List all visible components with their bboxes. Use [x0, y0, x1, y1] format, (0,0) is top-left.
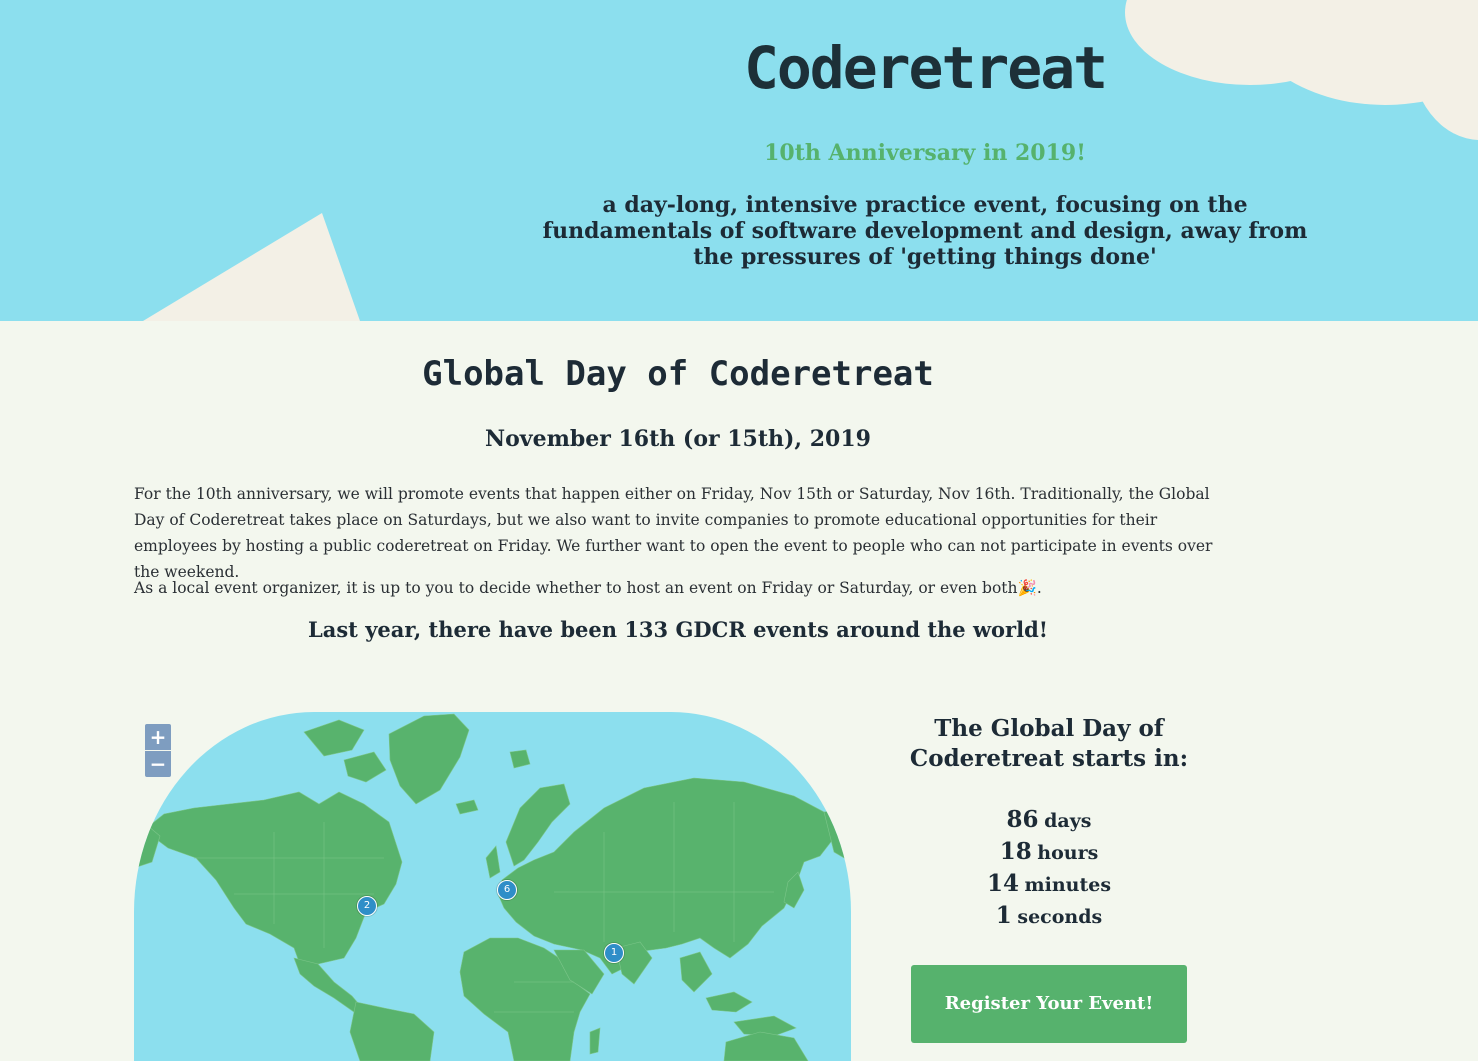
seconds-value: 1: [995, 902, 1012, 929]
site-title: Coderetreat: [743, 34, 1108, 102]
events-highlight: Last year, there have been 133 GDCR even…: [307, 617, 1048, 642]
days-value: 86: [1006, 806, 1039, 833]
hours-label: hours: [1037, 842, 1099, 864]
days-label: days: [1044, 810, 1092, 832]
map-marker-north-america[interactable]: 2: [357, 896, 377, 916]
countdown-days: 86 days: [860, 806, 1238, 833]
world-map[interactable]: 2 6 1: [134, 712, 851, 1061]
countdown-minutes: 14 minutes: [860, 870, 1238, 897]
world-map-graphic: [134, 712, 851, 1061]
event-date: November 16th (or 15th), 2019: [485, 426, 871, 452]
countdown-title: The Global Day of Coderetreat starts in:: [909, 715, 1189, 772]
hours-value: 18: [999, 838, 1032, 865]
party-emoji: 🎉: [1017, 579, 1037, 597]
zoom-in-button[interactable]: +: [145, 724, 171, 751]
seconds-label: seconds: [1017, 906, 1103, 928]
hero-banner: Coderetreat 10th Anniversary in 2019! a …: [0, 0, 1478, 321]
register-event-button[interactable]: Register Your Event!: [911, 965, 1187, 1043]
anniversary-subtitle: 10th Anniversary in 2019!: [764, 140, 1086, 166]
organizer-text: As a local event organizer, it is up to …: [134, 579, 1018, 597]
zoom-out-button[interactable]: −: [145, 751, 171, 777]
section-title: Global Day of Coderetreat: [422, 354, 934, 394]
intro-paragraph: For the 10th anniversary, we will promot…: [134, 485, 1213, 581]
countdown-hours: 18 hours: [860, 838, 1238, 865]
paper-airplane-decoration: [143, 213, 360, 321]
cloud-decoration: [1410, 0, 1478, 140]
organizer-paragraph: As a local event organizer, it is up to …: [134, 575, 1224, 601]
minutes-label: minutes: [1024, 874, 1112, 896]
minutes-value: 14: [986, 870, 1019, 897]
tagline: a day-long, intensive practice event, fo…: [542, 192, 1308, 270]
map-marker-india[interactable]: 1: [604, 943, 624, 963]
map-marker-europe[interactable]: 6: [497, 880, 517, 900]
map-zoom-control: + −: [144, 723, 172, 778]
countdown-seconds: 1 seconds: [860, 902, 1238, 929]
period-text: .: [1036, 579, 1042, 597]
